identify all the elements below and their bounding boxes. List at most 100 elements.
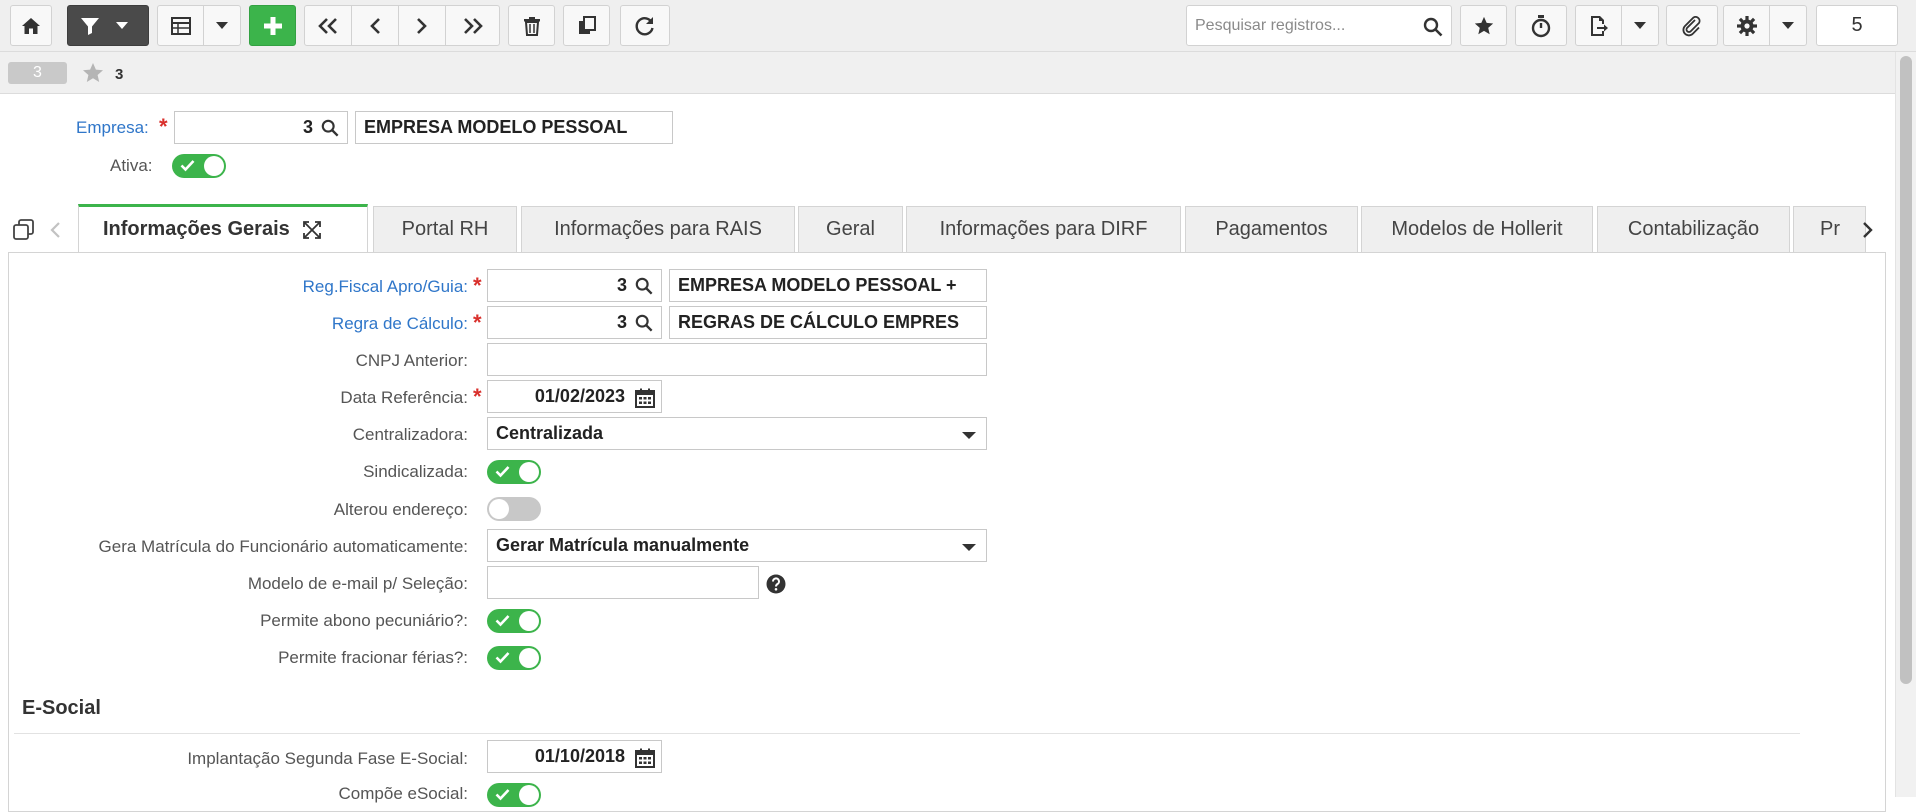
gera-matricula-value: Gerar Matrícula manualmente [496, 535, 750, 555]
tab-informacoes-rais[interactable]: Informações para RAIS [521, 206, 795, 252]
delete-button[interactable] [508, 5, 555, 46]
record-count: 5 [1816, 5, 1898, 46]
search-icon[interactable] [321, 119, 339, 142]
record-id-badge[interactable]: 3 [8, 62, 67, 84]
gera-matricula-select[interactable]: Gerar Matrícula manualmente [487, 529, 987, 562]
grid-view-dropdown[interactable] [203, 5, 241, 46]
tab-geral[interactable]: Geral [798, 206, 903, 252]
first-record-button[interactable] [304, 5, 352, 46]
calendar-icon[interactable] [635, 748, 655, 772]
tab-portal-rh[interactable]: Portal RH [373, 206, 517, 252]
question-circle-icon[interactable] [766, 574, 786, 599]
stopwatch-icon [1530, 14, 1552, 38]
chevron-right-icon [415, 17, 429, 35]
data-referencia-field[interactable]: 01/02/2023 [487, 380, 662, 413]
copy-tabs-icon[interactable] [12, 218, 36, 247]
favorite-record-label[interactable]: 3 [115, 66, 123, 83]
calendar-icon[interactable] [635, 388, 655, 412]
fracionar-ferias-toggle[interactable] [487, 646, 541, 670]
section-divider [14, 733, 1800, 734]
cnpj-anterior-input[interactable] [487, 343, 987, 376]
tab-informacoes-gerais[interactable]: Informações Gerais [78, 204, 368, 252]
chevron-down-icon [216, 21, 228, 30]
chevron-left-icon [368, 17, 382, 35]
export-button[interactable] [1575, 5, 1622, 46]
trash-icon [523, 16, 541, 36]
paperclip-icon [1681, 15, 1703, 37]
tab-pagamentos[interactable]: Pagamentos [1185, 206, 1358, 252]
chevron-down-icon [1634, 21, 1646, 30]
search-icon[interactable] [1423, 17, 1443, 42]
plus-icon [262, 15, 284, 37]
vertical-scrollbar[interactable] [1895, 52, 1916, 797]
refresh-button[interactable] [620, 5, 670, 46]
tab-informacoes-dirf[interactable]: Informações para DIRF [906, 206, 1181, 252]
tab-modelos-hollerit[interactable]: Modelos de Hollerit [1361, 206, 1593, 252]
regra-calculo-code-field[interactable]: 3 [487, 306, 662, 339]
chevron-down-icon [1782, 21, 1794, 30]
chevron-left-icon[interactable] [49, 221, 61, 244]
home-button[interactable] [10, 5, 52, 46]
gear-icon [1736, 15, 1758, 37]
implantacao-esocial-value: 01/10/2018 [534, 746, 625, 766]
compoe-esocial-toggle[interactable] [487, 783, 541, 807]
tab-contabilizacao[interactable]: Contabilização [1597, 206, 1790, 252]
search-icon[interactable] [635, 277, 653, 300]
scrollbar-thumb[interactable] [1900, 56, 1912, 684]
duplicate-button[interactable] [563, 5, 610, 46]
data-referencia-value: 01/02/2023 [534, 386, 625, 406]
data-referencia-label: Data Referência: [340, 388, 468, 407]
attachments-button[interactable] [1666, 5, 1718, 46]
compoe-esocial-label: Compõe eSocial: [338, 784, 468, 803]
tab-bar: Informações Gerais Portal RH Informações… [0, 204, 1895, 254]
reg-fiscal-label[interactable]: Reg.Fiscal Apro/Guia: [303, 277, 468, 297]
star-icon [1473, 15, 1495, 37]
search-input[interactable] [1187, 6, 1417, 45]
chevron-right-icon[interactable] [1862, 221, 1874, 244]
next-record-button[interactable] [398, 5, 446, 46]
reg-fiscal-code-value: 3 [616, 275, 627, 295]
export-dropdown[interactable] [1621, 5, 1659, 46]
copy-icon [577, 15, 597, 36]
empresa-code-field[interactable]: 3 [174, 111, 348, 144]
regra-calculo-name-field: REGRAS DE CÁLCULO EMPRES [669, 306, 987, 339]
add-button[interactable] [249, 5, 296, 46]
reg-fiscal-code-field[interactable]: 3 [487, 269, 662, 302]
settings-button[interactable] [1723, 5, 1770, 46]
sindicalizada-label: Sindicalizada: [363, 462, 468, 481]
esocial-section-title: E-Social [22, 697, 101, 719]
reg-fiscal-name-field: EMPRESA MODELO PESSOAL + [669, 269, 987, 302]
tab-label: Informações Gerais [103, 218, 290, 240]
settings-dropdown[interactable] [1769, 5, 1807, 46]
required-marker: * [159, 114, 168, 139]
grid-view-button[interactable] [157, 5, 204, 46]
record-bar: 3 3 [0, 52, 1895, 94]
favorite-button[interactable] [1460, 5, 1507, 46]
previous-record-button[interactable] [351, 5, 399, 46]
refresh-icon [634, 15, 656, 37]
required-marker: * [473, 273, 482, 298]
modelo-email-input[interactable] [487, 566, 759, 599]
expand-icon[interactable] [302, 220, 322, 240]
timer-button[interactable] [1515, 5, 1567, 46]
abono-pecuniario-toggle[interactable] [487, 609, 541, 633]
filter-button[interactable] [67, 5, 149, 46]
last-record-button[interactable] [445, 5, 500, 46]
implantacao-esocial-field[interactable]: 01/10/2018 [487, 740, 662, 773]
tab-label: Informações para RAIS [554, 218, 762, 240]
export-icon [1589, 15, 1609, 37]
alterou-endereco-toggle[interactable] [487, 497, 541, 521]
empresa-name-field: EMPRESA MODELO PESSOAL [355, 111, 673, 144]
star-icon[interactable] [80, 61, 106, 90]
regra-calculo-label[interactable]: Regra de Cálculo: [332, 314, 468, 334]
centralizadora-select[interactable]: Centralizada [487, 417, 987, 450]
ativa-toggle[interactable] [172, 154, 226, 178]
chevron-down-icon [962, 544, 976, 551]
home-icon [21, 16, 41, 36]
centralizadora-value: Centralizada [496, 423, 604, 443]
tab-partial[interactable]: Pr [1793, 206, 1866, 252]
empresa-label[interactable]: Empresa: [76, 118, 149, 138]
sindicalizada-toggle[interactable] [487, 460, 541, 484]
search-icon[interactable] [635, 314, 653, 337]
grid-icon [170, 16, 191, 35]
